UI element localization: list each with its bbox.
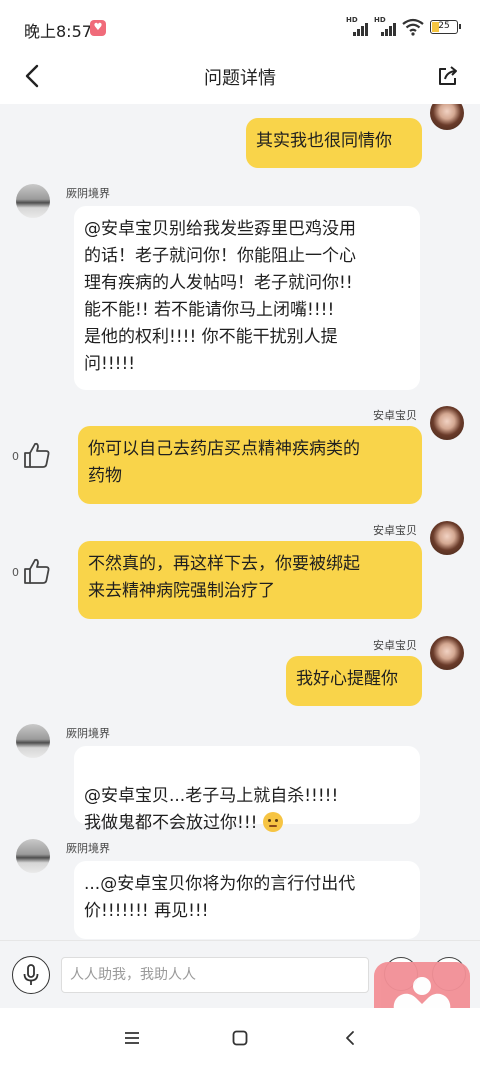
- thumbs-up-icon: [24, 558, 50, 584]
- status-bar: 晚上8:57 ♥ HD HD 25: [0, 0, 480, 56]
- chat-bubble-mine[interactable]: 我好心提醒你: [286, 656, 422, 706]
- nav-home-button[interactable]: [226, 1024, 254, 1052]
- cell-signal-1-icon: HD: [346, 16, 368, 36]
- battery-icon: 25: [430, 20, 461, 34]
- like-count: 0: [12, 450, 19, 463]
- chat-bubble-other[interactable]: @安卓宝贝别给我发些孬里巴鸡没用 的话！老子就问你！你能阻止一个心 理有疾病的人…: [74, 206, 420, 390]
- header: 问题详情: [0, 56, 480, 96]
- sender-name: 厥阴境界: [66, 187, 110, 200]
- avatar[interactable]: [16, 184, 50, 218]
- share-icon: [439, 66, 457, 85]
- page-title: 问题详情: [204, 68, 276, 89]
- chat-bubble-other[interactable]: @安卓宝贝...老子马上就自杀!!!!! 我做鬼都不会放过你!!!: [74, 746, 420, 833]
- chat-area[interactable]: 其实我也很同情你 厥阴境界 @安卓宝贝别给我发些孬里巴鸡没用 的话！老子就问你！…: [0, 104, 480, 940]
- battery-level: 25: [438, 21, 450, 31]
- cell-signal-2-icon: HD: [374, 16, 396, 36]
- sender-name: 厥阴境界: [66, 727, 110, 740]
- thumbs-up-icon: [24, 442, 50, 468]
- avatar[interactable]: [430, 636, 464, 670]
- chat-bubble-text: @安卓宝贝...老子马上就自杀!!!!! 我做鬼都不会放过你!!!: [84, 786, 339, 833]
- avatar[interactable]: [430, 104, 464, 130]
- nav-menu-button[interactable]: [118, 1024, 146, 1052]
- menu-icon: [125, 1032, 139, 1044]
- voice-button[interactable]: [12, 956, 50, 994]
- chat-bubble-other[interactable]: ...@安卓宝贝你将为你的言行付出代 价!!!!!!! 再见!!!: [74, 861, 420, 939]
- sender-name: 安卓宝贝: [373, 524, 417, 537]
- avatar[interactable]: [16, 839, 50, 873]
- message-input[interactable]: [61, 957, 369, 993]
- avatar[interactable]: [430, 521, 464, 555]
- home-square-icon: [232, 1030, 248, 1046]
- thinking-emoji-icon: [262, 812, 283, 832]
- status-indicators: HD HD 25: [346, 16, 461, 38]
- avatar[interactable]: [430, 406, 464, 440]
- chevron-left-icon: [346, 1031, 354, 1045]
- microphone-icon: [23, 964, 39, 985]
- like-button[interactable]: 0: [12, 440, 60, 472]
- system-nav-bar: [0, 1008, 480, 1067]
- sender-name: 安卓宝贝: [373, 409, 417, 422]
- status-time: 晚上8:57: [24, 22, 92, 41]
- avatar[interactable]: [16, 724, 50, 758]
- wifi-icon: [402, 18, 424, 36]
- sender-name: 厥阴境界: [66, 842, 110, 855]
- share-button[interactable]: [432, 60, 464, 92]
- chat-bubble-mine[interactable]: 其实我也很同情你: [246, 118, 422, 168]
- sender-name: 安卓宝贝: [373, 639, 417, 652]
- like-count: 0: [12, 566, 19, 579]
- chat-bubble-mine[interactable]: 不然真的，再这样下去，你要被绑起 来去精神病院强制治疗了: [78, 541, 422, 619]
- app-notification-heart-icon: ♥: [90, 20, 106, 36]
- nav-back-button[interactable]: [336, 1024, 364, 1052]
- like-button[interactable]: 0: [12, 556, 60, 588]
- chat-bubble-mine[interactable]: 你可以自己去药店买点精神疾病类的 药物: [78, 426, 422, 504]
